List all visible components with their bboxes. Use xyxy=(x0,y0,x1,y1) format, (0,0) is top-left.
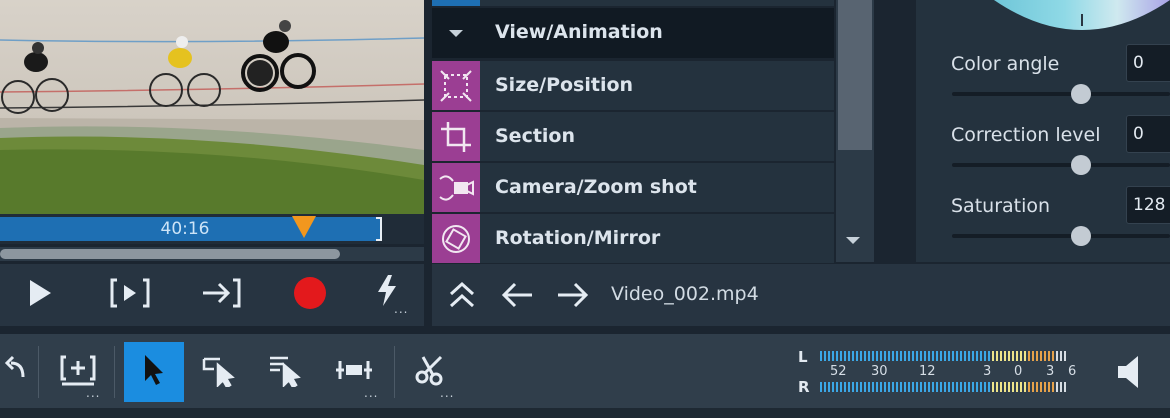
previous-row-icon-edge xyxy=(432,0,480,6)
range-select-icon xyxy=(200,353,240,391)
effect-item-camera-zoom[interactable]: Camera/Zoom shot xyxy=(432,163,834,212)
effect-item-rotation-mirror[interactable]: Rotation/Mirror xyxy=(432,214,834,263)
cut-more-dots: ... xyxy=(440,386,455,400)
more-options-dots: ... xyxy=(394,302,409,316)
meter-scale-mark: 0 xyxy=(1014,364,1023,379)
play-icon xyxy=(27,278,53,312)
mouse-pointer-button[interactable] xyxy=(124,342,184,402)
audio-level-meter xyxy=(816,348,1078,394)
stretch-more-dots: ... xyxy=(364,386,379,400)
volume-button[interactable] xyxy=(1114,352,1148,392)
saturation-slider[interactable] xyxy=(952,234,1170,238)
saturation-input[interactable]: 128 xyxy=(1126,186,1170,224)
correction-level-input[interactable]: 0 xyxy=(1126,115,1170,153)
timecode-display: 40:16 xyxy=(160,219,210,239)
color-wheel[interactable] xyxy=(994,0,1170,30)
color-angle-knob[interactable] xyxy=(1071,84,1091,104)
size-position-icon xyxy=(432,61,480,110)
play-button[interactable] xyxy=(12,264,68,326)
effect-item-label: Rotation/Mirror xyxy=(495,227,661,249)
mouse-pointer-icon xyxy=(141,353,167,391)
multi-select-icon xyxy=(266,353,306,391)
speaker-icon xyxy=(1114,356,1148,396)
collapse-triangle-icon xyxy=(449,30,463,37)
toolbar-separator xyxy=(114,346,115,398)
timeline-out-point[interactable] xyxy=(376,217,382,241)
effect-item-section[interactable]: Section xyxy=(432,112,834,161)
record-button[interactable] xyxy=(282,264,338,326)
arrow-right-icon xyxy=(552,282,592,316)
meter-left-label: L xyxy=(798,348,808,366)
correction-level-label: Correction level xyxy=(951,124,1101,146)
current-filename: Video_002.mp4 xyxy=(611,283,759,305)
double-chevron-up-icon xyxy=(444,281,480,316)
meter-scale-mark: 12 xyxy=(919,364,936,379)
play-to-marker-button[interactable] xyxy=(102,264,158,326)
previous-row-edge xyxy=(432,0,834,6)
playhead-marker[interactable] xyxy=(292,216,316,238)
correction-level-slider[interactable] xyxy=(952,163,1170,167)
scroll-down-icon[interactable] xyxy=(846,237,860,244)
meter-scale-mark: 52 xyxy=(830,364,847,379)
jump-to-end-icon xyxy=(199,277,243,313)
back-button[interactable] xyxy=(498,278,538,312)
stretch-icon xyxy=(334,355,374,389)
effect-item-label: Camera/Zoom shot xyxy=(495,176,697,198)
crop-icon xyxy=(432,112,480,161)
record-icon xyxy=(293,276,327,314)
correction-level-knob[interactable] xyxy=(1071,155,1091,175)
rotation-mirror-icon xyxy=(432,214,480,263)
meter-scale-mark: 3 xyxy=(983,364,992,379)
meter-scale-mark: 3 xyxy=(1046,364,1055,379)
meter-scale-mark: 6 xyxy=(1068,364,1077,379)
collapse-panel-button[interactable] xyxy=(444,278,480,312)
quick-action-button[interactable] xyxy=(360,264,416,326)
effects-section-title: View/Animation xyxy=(495,21,663,43)
color-angle-input[interactable]: 0 xyxy=(1126,44,1170,82)
jump-to-end-button[interactable] xyxy=(193,264,249,326)
meter-scale-mark: 30 xyxy=(871,364,888,379)
effect-item-label: Section xyxy=(495,125,576,147)
play-to-marker-icon xyxy=(109,277,151,313)
color-angle-label: Color angle xyxy=(951,53,1060,75)
navigation-bar xyxy=(432,264,1170,326)
meter-right-label: R xyxy=(798,378,810,396)
insert-more-dots: ... xyxy=(86,386,101,400)
toolbar-separator xyxy=(394,346,395,398)
color-angle-slider[interactable] xyxy=(952,92,1170,96)
toolbar-footer xyxy=(0,408,1170,418)
editor-window: 40:16 ... View/Animation Size/Position S… xyxy=(0,0,1170,418)
effect-item-size-position[interactable]: Size/Position xyxy=(432,61,834,110)
saturation-knob[interactable] xyxy=(1071,226,1091,246)
toolbar-separator xyxy=(38,346,39,398)
arrow-left-icon xyxy=(498,282,538,316)
saturation-label: Saturation xyxy=(951,195,1051,217)
effect-item-label: Size/Position xyxy=(495,74,634,96)
multi-select-button[interactable] xyxy=(256,342,316,402)
effects-scroll-thumb[interactable] xyxy=(838,0,872,150)
undo-icon xyxy=(0,355,29,389)
preview-scroll-thumb[interactable] xyxy=(0,249,340,259)
camera-zoom-icon xyxy=(432,163,480,212)
range-select-button[interactable] xyxy=(190,342,250,402)
forward-button[interactable] xyxy=(552,278,592,312)
video-preview[interactable] xyxy=(0,0,424,214)
